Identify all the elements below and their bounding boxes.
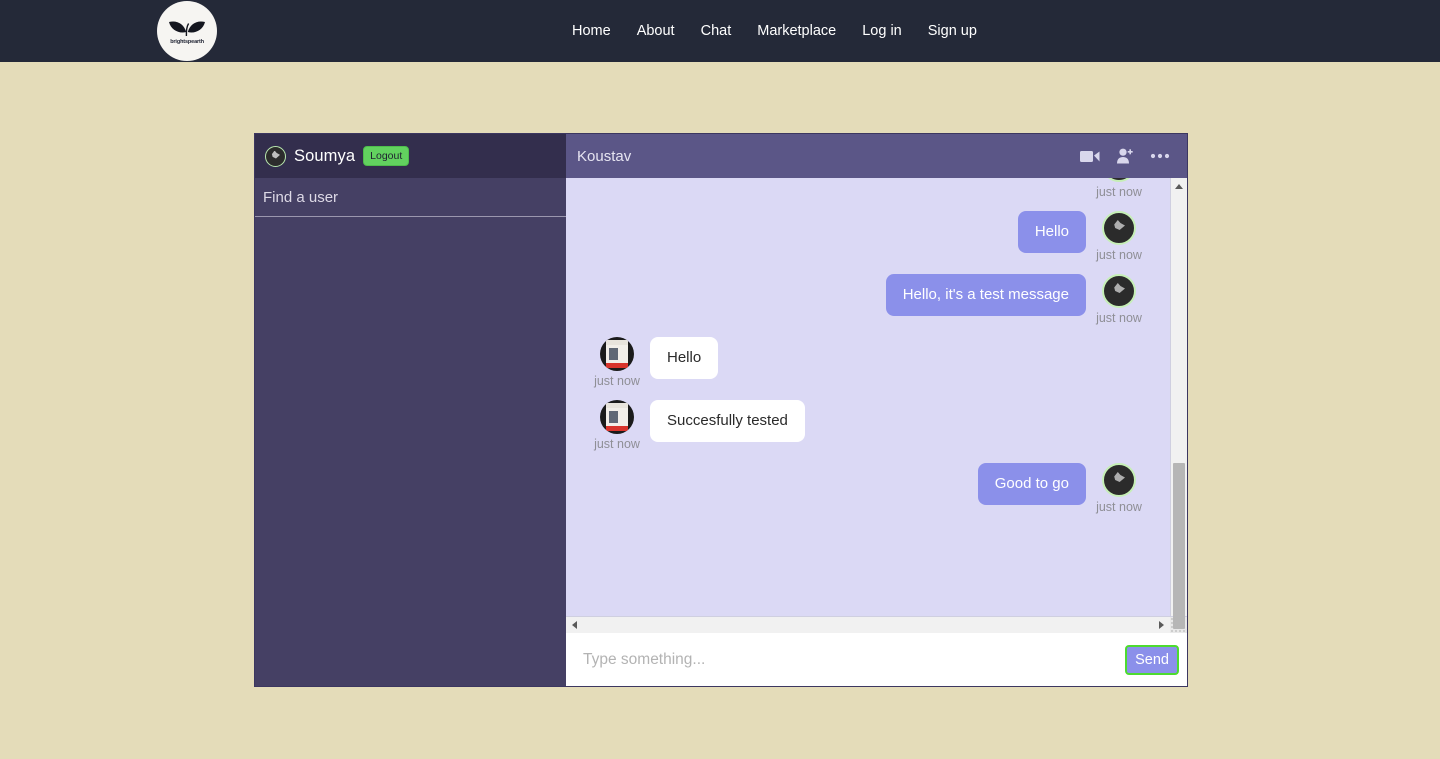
message-row: Good to go just now — [584, 463, 1152, 514]
chat-header-actions — [1080, 148, 1170, 164]
avatar — [1102, 463, 1136, 497]
message-timestamp: just now — [1096, 311, 1142, 325]
messages-horizontal-scrollbar[interactable] — [566, 616, 1187, 634]
message-meta: just now — [584, 337, 650, 388]
scroll-left-arrow-icon[interactable] — [566, 621, 583, 629]
video-call-icon[interactable] — [1080, 149, 1100, 163]
brand-logo[interactable]: brightspearth — [157, 1, 217, 61]
message-composer: Send — [566, 633, 1187, 686]
chevron-right-icon — [1159, 621, 1164, 629]
message-timestamp: just now — [1096, 185, 1142, 199]
message-row: just now — [584, 178, 1152, 199]
scroll-up-arrow-icon[interactable] — [1171, 178, 1187, 195]
current-user-avatar — [265, 145, 286, 167]
message-row: just now Succesfully tested — [584, 400, 1152, 451]
message-bubble: Hello, it's a test message — [885, 274, 1086, 316]
avatar — [1102, 211, 1136, 245]
nav-link-signup[interactable]: Sign up — [915, 23, 990, 39]
message-meta: just now — [1086, 463, 1152, 514]
chevron-up-icon — [1175, 184, 1183, 189]
message-meta: just now — [1086, 211, 1152, 262]
message-meta: just now — [1086, 274, 1152, 325]
nav-link-chat[interactable]: Chat — [688, 23, 745, 39]
leaf-icon — [167, 18, 207, 38]
top-navbar: brightspearth Home About Chat Marketplac… — [0, 0, 1440, 62]
current-user-name: Soumya — [294, 146, 356, 165]
message-bubble: Hello — [1017, 211, 1086, 253]
messages-area: just now Hello just now Hello, it's a te — [566, 178, 1187, 629]
conversation-list — [255, 217, 566, 686]
message-timestamp: just now — [594, 374, 640, 388]
messages-vertical-scrollbar[interactable] — [1170, 178, 1187, 629]
message-bubble: Succesfully tested — [650, 400, 805, 442]
avatar — [1102, 274, 1136, 308]
send-button[interactable]: Send — [1125, 644, 1179, 676]
scroll-right-arrow-icon[interactable] — [1153, 621, 1170, 629]
message-timestamp: just now — [1096, 500, 1142, 514]
primary-nav: Home About Chat Marketplace Log in Sign … — [572, 0, 990, 62]
find-user-input[interactable] — [263, 188, 566, 206]
message-meta: just now — [1086, 178, 1152, 199]
chevron-left-icon — [572, 621, 577, 629]
message-timestamp: just now — [594, 437, 640, 451]
message-row: Hello, it's a test message just now — [584, 274, 1152, 325]
chat-peer-name: Koustav — [577, 147, 632, 165]
nav-link-marketplace[interactable]: Marketplace — [744, 23, 849, 39]
message-input[interactable] — [583, 651, 1126, 669]
avatar — [600, 337, 634, 371]
message-row: Hello just now — [584, 211, 1152, 262]
brand-logo-text: brightspearth — [170, 38, 204, 45]
find-user-row — [255, 178, 566, 217]
nav-link-about[interactable]: About — [624, 23, 688, 39]
message-bubble: Hello — [650, 337, 719, 379]
message-timestamp: just now — [1096, 248, 1142, 262]
messages-list: just now Hello just now Hello, it's a te — [566, 178, 1170, 532]
chat-header: Koustav — [566, 134, 1187, 178]
messages-scroll-region[interactable]: just now Hello just now Hello, it's a te — [566, 178, 1170, 616]
message-row: just now Hello — [584, 337, 1152, 388]
add-person-icon[interactable] — [1116, 148, 1134, 164]
chat-panel: Koustav just now Hello just now Hello, i… — [566, 134, 1187, 686]
message-bubble: Good to go — [977, 463, 1086, 505]
sidebar-header: Soumya Logout — [255, 134, 566, 178]
vertical-scroll-track[interactable] — [1171, 195, 1187, 629]
chat-application: Soumya Logout Koustav — [254, 133, 1188, 687]
message-meta: just now — [584, 400, 650, 451]
avatar — [1102, 178, 1136, 182]
avatar — [600, 400, 634, 434]
logout-button[interactable]: Logout — [363, 145, 410, 167]
nav-link-home[interactable]: Home — [572, 23, 624, 39]
chat-sidebar: Soumya Logout — [255, 134, 566, 686]
nav-link-login[interactable]: Log in — [849, 23, 915, 39]
more-options-icon[interactable] — [1150, 153, 1170, 159]
vertical-scroll-thumb[interactable] — [1173, 463, 1185, 629]
